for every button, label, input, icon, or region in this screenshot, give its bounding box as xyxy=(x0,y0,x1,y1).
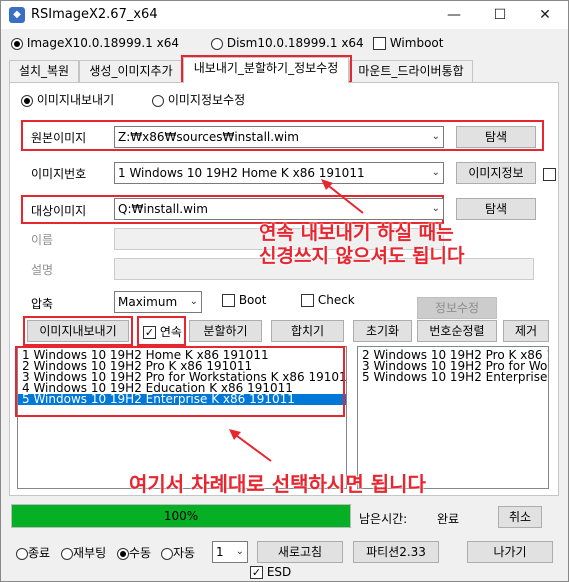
continuous-checkbox[interactable]: ✓ 연속 xyxy=(143,323,182,340)
list-item[interactable]: 5 Windows 10 19H2 Enterprise K xyxy=(358,371,548,383)
chevron-down-icon[interactable]: ⌄ xyxy=(236,542,244,562)
window-title: RSImageX2.67_x64 xyxy=(31,7,158,22)
export-radio-label: 이미지내보내기 xyxy=(36,93,115,107)
image-info-button[interactable]: 이미지정보 xyxy=(456,162,536,184)
exit-button[interactable]: 나가기 xyxy=(467,541,553,563)
radio-icon xyxy=(211,37,223,50)
wimboot-label: Wimboot xyxy=(389,36,444,50)
app-window: ◆ RSImageX2.67_x64 — ☐ ✕ ImageX10.0.1899… xyxy=(0,0,569,582)
target-image-field[interactable]: Q:₩install.wim ⌄ xyxy=(114,198,444,220)
partition-button[interactable]: 파티션2.33 xyxy=(353,541,439,563)
radio-selected-icon xyxy=(11,37,23,50)
close-button[interactable]: ✕ xyxy=(523,1,567,29)
description-label: 설명 xyxy=(31,263,54,277)
radio-selected-icon xyxy=(21,94,33,107)
auto-radio[interactable]: 자동 xyxy=(161,544,195,561)
boot-checkbox[interactable]: Boot xyxy=(222,293,266,307)
target-image-label: 대상이미지 xyxy=(31,204,87,218)
remove-button[interactable]: 제거 xyxy=(503,320,549,342)
tab-export-split[interactable]: 내보내기_분할하기_정보수정 xyxy=(183,57,349,83)
dism-radio[interactable]: Dism10.0.18999.1 x64 xyxy=(211,36,364,50)
minimize-button[interactable]: — xyxy=(432,1,476,29)
reset-button[interactable]: 초기화 xyxy=(353,320,412,342)
merge-button[interactable]: 합치기 xyxy=(271,320,344,342)
chevron-down-icon[interactable]: ⌄ xyxy=(432,127,440,147)
source-image-field[interactable]: Z:₩x86₩sources₩install.wim ⌄ xyxy=(114,126,444,148)
check-mark-icon: ✓ xyxy=(143,326,156,339)
image-index-label: 이미지번호 xyxy=(31,167,87,181)
chevron-down-icon[interactable]: ⌄ xyxy=(432,163,440,183)
manual-label: 수동 xyxy=(129,546,152,560)
source-list-rows: 1 Windows 10 19H2 Home K x86 191011 2 Win… xyxy=(18,347,346,405)
continuous-label: 연속 xyxy=(159,325,182,339)
imagex-label: ImageX10.0.18999.1 x64 xyxy=(26,36,179,50)
title-bar[interactable]: ◆ RSImageX2.67_x64 — ☐ ✕ xyxy=(1,1,568,29)
source-image-label: 원본이미지 xyxy=(31,131,87,145)
info-edit-radio[interactable]: 이미지정보수정 xyxy=(152,91,245,108)
cancel-button[interactable]: 취소 xyxy=(498,506,542,528)
remaining-label: 남은시간: xyxy=(359,512,408,526)
tab-mount-driver[interactable]: 마운트_드라이버통합 xyxy=(349,60,473,82)
checkbox-icon xyxy=(222,294,235,307)
reboot-radio[interactable]: 재부팅 xyxy=(61,544,106,561)
manual-radio[interactable]: 수동 xyxy=(117,544,151,561)
imagex-radio[interactable]: ImageX10.0.18999.1 x64 xyxy=(11,36,179,50)
annotation-select-order: 여기서 차례대로 선택하시면 됩니다 xyxy=(129,472,426,496)
radio-selected-icon xyxy=(117,547,129,560)
chevron-down-icon[interactable]: ⌄ xyxy=(190,292,198,312)
remaining-value: 완료 xyxy=(437,512,460,526)
info-edit-button[interactable]: 정보수정 xyxy=(417,297,497,319)
esd-checkbox[interactable]: ✓ ESD xyxy=(250,565,291,579)
count-select[interactable]: 1 ⌄ xyxy=(212,541,248,563)
target-image-value: Q:₩install.wim xyxy=(118,202,208,216)
reboot-label: 재부팅 xyxy=(73,546,107,560)
compress-label: 압축 xyxy=(31,297,54,311)
name-label: 이름 xyxy=(31,233,54,247)
compress-select[interactable]: Maximum ⌄ xyxy=(114,291,202,313)
checkbox-icon xyxy=(301,294,314,307)
tab-install-restore[interactable]: 설치_복원 xyxy=(9,60,79,82)
annotation-continuous-line2: 신경쓰지 않으셔도 됩니다 xyxy=(259,245,465,267)
app-icon: ◆ xyxy=(9,7,25,23)
maximize-button[interactable]: ☐ xyxy=(478,1,522,29)
export-image-button[interactable]: 이미지내보내기 xyxy=(27,320,129,342)
split-button[interactable]: 분할하기 xyxy=(189,320,262,342)
export-radio[interactable]: 이미지내보내기 xyxy=(21,91,114,108)
arrow-to-list-icon xyxy=(229,429,272,462)
tab-create-add[interactable]: 생성_이미지추가 xyxy=(79,60,183,82)
refresh-button[interactable]: 새로고침 xyxy=(257,541,343,563)
wimboot-checkbox[interactable]: Wimboot xyxy=(373,36,443,50)
radio-icon xyxy=(161,547,173,560)
count-value: 1 xyxy=(216,545,224,559)
chevron-down-icon[interactable]: ⌄ xyxy=(432,199,440,219)
check-label: Check xyxy=(317,293,355,307)
image-index-select[interactable]: 1 Windows 10 19H2 Home K x86 191011 ⌄ xyxy=(114,162,444,184)
extra-checkbox[interactable] xyxy=(543,168,556,181)
progress-label: 100% xyxy=(163,509,199,523)
dism-label: Dism10.0.18999.1 x64 xyxy=(226,36,364,50)
info-edit-radio-label: 이미지정보수정 xyxy=(167,93,246,107)
reorder-button[interactable]: 번호순정렬 xyxy=(417,320,497,342)
esd-label: ESD xyxy=(266,565,292,579)
check-checkbox[interactable]: Check xyxy=(301,293,355,307)
arrow-to-index-icon xyxy=(321,179,364,214)
shutdown-label: 종료 xyxy=(28,546,51,560)
radio-icon xyxy=(152,94,164,107)
browse-target-button[interactable]: 탐색 xyxy=(456,198,536,220)
progress-bar: 100% xyxy=(11,504,351,528)
checkbox-icon xyxy=(373,37,386,50)
list-item[interactable]: 5 Windows 10 19H2 Enterprise K x86 19101… xyxy=(18,393,346,405)
queue-list-rows: 2 Windows 10 19H2 Pro K x86 191 3 Windows… xyxy=(358,347,548,383)
compress-value: Maximum xyxy=(118,295,178,309)
source-image-value: Z:₩x86₩sources₩install.wim xyxy=(118,130,299,144)
radio-icon xyxy=(16,547,28,560)
shutdown-radio[interactable]: 종료 xyxy=(16,544,50,561)
auto-label: 자동 xyxy=(173,546,196,560)
boot-label: Boot xyxy=(238,293,267,307)
radio-icon xyxy=(61,547,73,560)
check-mark-icon: ✓ xyxy=(250,566,263,579)
browse-source-button[interactable]: 탐색 xyxy=(456,126,536,148)
